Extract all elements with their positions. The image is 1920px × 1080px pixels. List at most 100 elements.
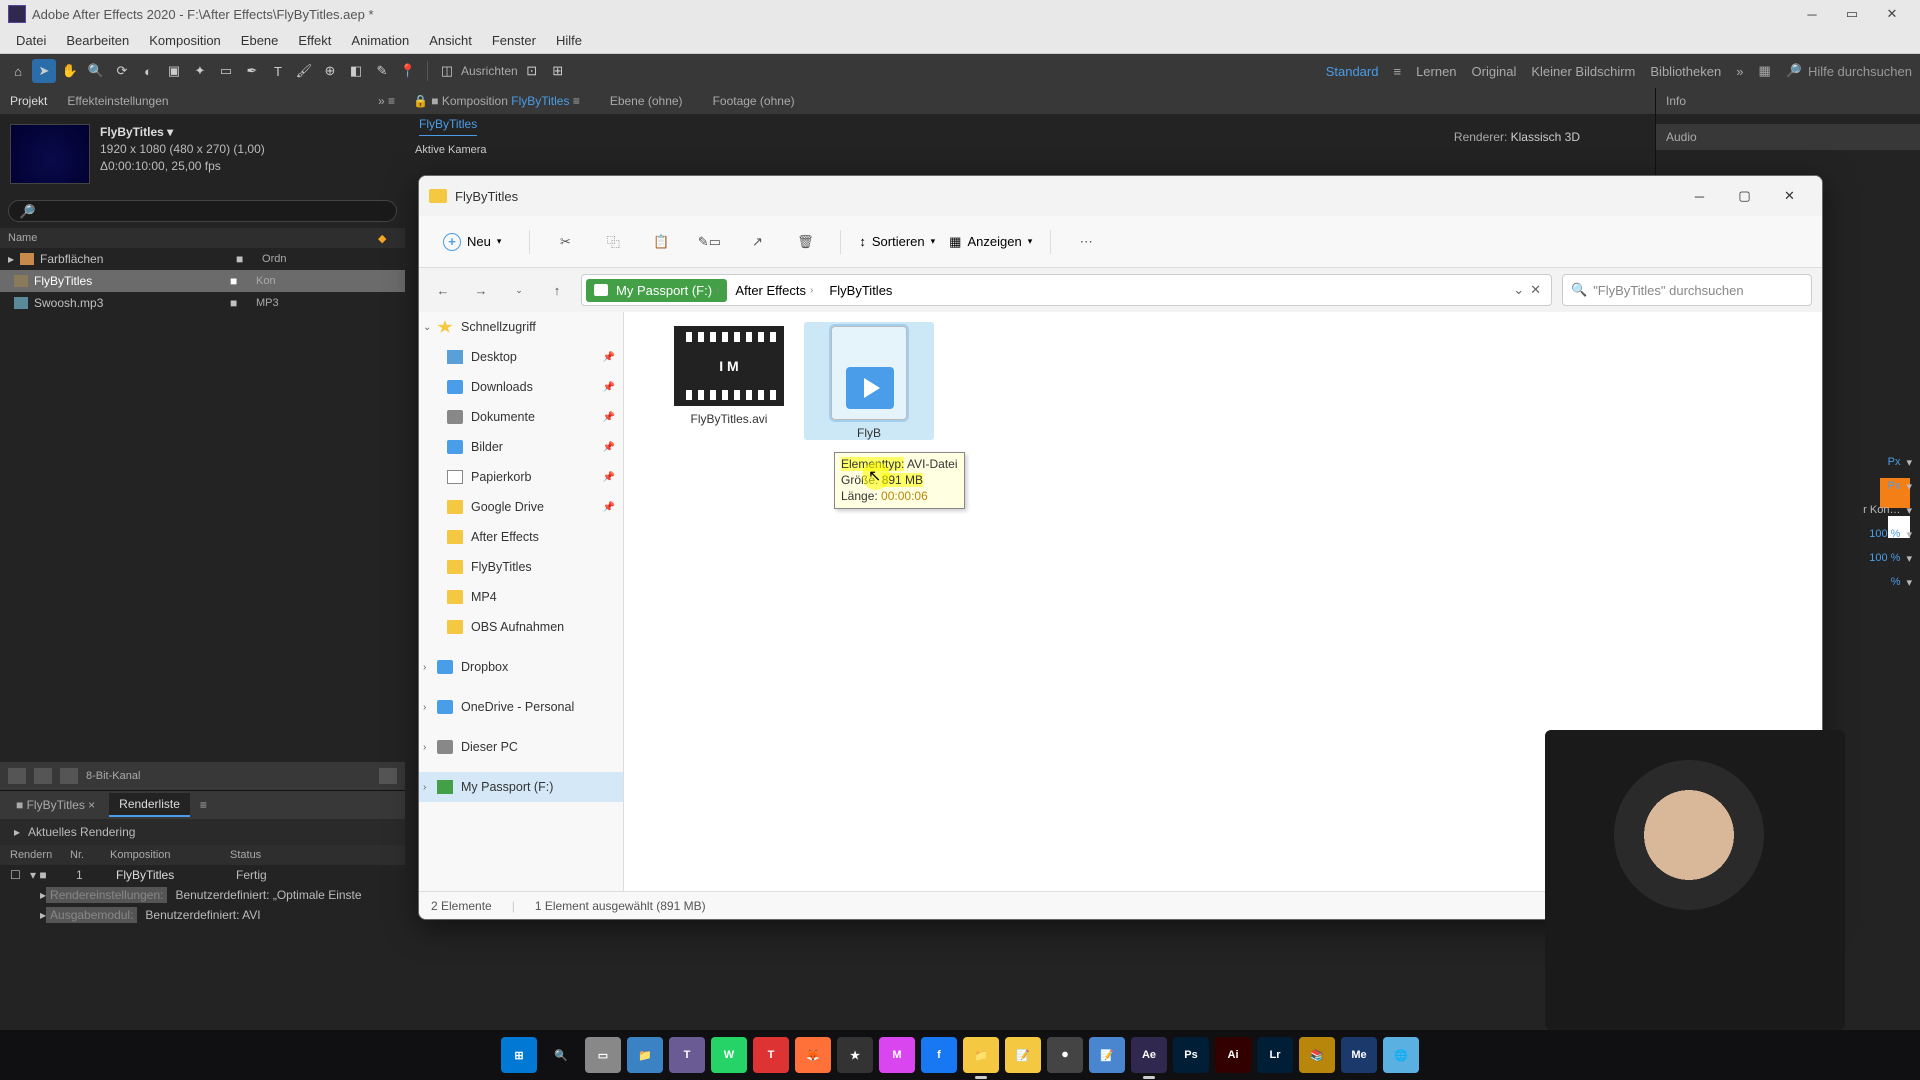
tab-audio[interactable]: Audio <box>1656 124 1920 150</box>
tab-effekteinstellungen[interactable]: Effekteinstellungen <box>67 94 168 108</box>
sidebar-dokumente[interactable]: Dokumente📌 <box>419 402 623 432</box>
recent-button[interactable]: ⌄ <box>505 276 533 304</box>
sidebar-googledrive[interactable]: Google Drive📌 <box>419 492 623 522</box>
taskbar-icon-15[interactable]: Ae <box>1131 1037 1167 1073</box>
sidebar-mp4[interactable]: MP4 <box>419 582 623 612</box>
up-button[interactable]: ↑ <box>543 276 571 304</box>
trash-icon[interactable] <box>379 768 397 784</box>
taskbar-icon-4[interactable]: T <box>669 1037 705 1073</box>
cut-button[interactable]: ✂ <box>548 225 582 259</box>
ae-close-button[interactable]: ✕ <box>1872 0 1912 28</box>
sidebar-after-effects[interactable]: After Effects <box>419 522 623 552</box>
taskbar-icon-21[interactable]: 🌐 <box>1383 1037 1419 1073</box>
workspace-bibliotheken[interactable]: Bibliotheken <box>1650 64 1721 79</box>
ae-maximize-button[interactable]: ▭ <box>1832 0 1872 28</box>
crumb-after-effects[interactable]: After Effects› <box>727 279 821 302</box>
type-tool[interactable]: T <box>266 59 290 83</box>
selection-tool[interactable]: ➤ <box>32 59 56 83</box>
output-module-row[interactable]: ▸ Ausgabemodul: Benutzerdefiniert: AVI <box>0 905 405 925</box>
taskbar-icon-9[interactable]: M <box>879 1037 915 1073</box>
tab-menu-icon[interactable]: ≡ <box>200 798 207 812</box>
tab-projekt[interactable]: Projekt <box>10 94 47 108</box>
project-item-flybytitles[interactable]: FlyByTitles ■ Kon <box>0 270 405 292</box>
rename-button[interactable]: ✎▭ <box>692 225 726 259</box>
eraser-tool[interactable]: ◧ <box>344 59 368 83</box>
explorer-maximize-button[interactable]: ▢ <box>1722 180 1767 212</box>
view-button[interactable]: ▦ Anzeigen ▾ <box>949 234 1032 250</box>
copy-button[interactable]: ⿻ <box>596 225 630 259</box>
comp-thumbnail[interactable] <box>10 124 90 184</box>
taskbar-icon-13[interactable]: ⏺ <box>1047 1037 1083 1073</box>
explorer-close-button[interactable]: ✕ <box>1767 180 1812 212</box>
taskbar-icon-7[interactable]: 🦊 <box>795 1037 831 1073</box>
menu-bearbeiten[interactable]: Bearbeiten <box>56 30 139 51</box>
menu-fenster[interactable]: Fenster <box>482 30 546 51</box>
snap-icon[interactable]: ◫ <box>435 59 459 83</box>
workspace-kleiner[interactable]: Kleiner Bildschirm <box>1531 64 1635 79</box>
taskbar-icon-18[interactable]: Lr <box>1257 1037 1293 1073</box>
help-search[interactable]: 🔎 Hilfe durchsuchen <box>1786 63 1912 79</box>
pan-behind-tool[interactable]: ✦ <box>188 59 212 83</box>
roto-tool[interactable]: ✎ <box>370 59 394 83</box>
menu-ansicht[interactable]: Ansicht <box>419 30 482 51</box>
render-settings-row[interactable]: ▸ Rendereinstellungen: Benutzerdefiniert… <box>0 885 405 905</box>
panel-menu-icon[interactable]: » ≡ <box>378 94 395 108</box>
breadcrumb-dropdown-icon[interactable]: ⌄ <box>1513 282 1524 298</box>
taskbar-icon-10[interactable]: f <box>921 1037 957 1073</box>
menu-hilfe[interactable]: Hilfe <box>546 30 592 51</box>
project-item-farbflaechen[interactable]: ▸ Farbflächen ■ Ordn <box>0 248 405 270</box>
taskbar-icon-14[interactable]: 📝 <box>1089 1037 1125 1073</box>
sort-button[interactable]: ↕ Sortieren ▾ <box>859 234 935 249</box>
home-tool[interactable]: ⌂ <box>6 59 30 83</box>
snap-opt2[interactable]: ⊞ <box>546 59 570 83</box>
camera-tool[interactable]: ▣ <box>162 59 186 83</box>
rotate-tool[interactable]: ◐ <box>136 59 160 83</box>
workspace-original[interactable]: Original <box>1472 64 1517 79</box>
taskbar-icon-12[interactable]: 📝 <box>1005 1037 1041 1073</box>
sidebar-pc[interactable]: ›Dieser PC <box>419 732 623 762</box>
back-button[interactable]: ← <box>429 276 457 304</box>
taskbar-icon-5[interactable]: W <box>711 1037 747 1073</box>
sidebar-flybytitles[interactable]: FlyByTitles <box>419 552 623 582</box>
renderer-indicator[interactable]: Renderer: Klassisch 3D <box>1454 130 1580 144</box>
taskbar-icon-1[interactable]: 🔍 <box>543 1037 579 1073</box>
taskbar-icon-11[interactable]: 📁 <box>963 1037 999 1073</box>
crumb-flybytitles[interactable]: FlyByTitles <box>821 279 900 302</box>
taskbar-icon-2[interactable]: ▭ <box>585 1037 621 1073</box>
project-item-swoosh[interactable]: Swoosh.mp3 ■ MP3 <box>0 292 405 314</box>
zoom-tool[interactable]: 🔍 <box>84 59 108 83</box>
workspace-standard[interactable]: Standard <box>1326 64 1379 79</box>
menu-animation[interactable]: Animation <box>341 30 419 51</box>
ausrichten-label[interactable]: Ausrichten <box>461 64 518 78</box>
render-row-1[interactable]: ☐ ▾ ■ 1 FlyByTitles Fertig <box>0 865 405 885</box>
clone-tool[interactable]: ⊕ <box>318 59 342 83</box>
workspace-lernen[interactable]: Lernen <box>1416 64 1456 79</box>
sidebar-schnellzugriff[interactable]: ⌄ Schnellzugriff <box>419 312 623 342</box>
paste-button[interactable]: 📋 <box>644 225 678 259</box>
orbit-tool[interactable]: ⟳ <box>110 59 134 83</box>
brush-tool[interactable]: 🖌 <box>292 59 316 83</box>
tab-renderliste[interactable]: Renderliste <box>109 793 190 817</box>
menu-komposition[interactable]: Komposition <box>139 30 231 51</box>
tab-footage[interactable]: Footage (ohne) <box>713 94 795 108</box>
sidebar-papierkorb[interactable]: Papierkorb📌 <box>419 462 623 492</box>
taskbar-icon-20[interactable]: Me <box>1341 1037 1377 1073</box>
breadcrumb-refresh-icon[interactable]: ✕ <box>1530 282 1541 298</box>
interpret-icon[interactable] <box>8 768 26 784</box>
taskbar-icon-6[interactable]: T <box>753 1037 789 1073</box>
taskbar-icon-3[interactable]: 📁 <box>627 1037 663 1073</box>
menu-datei[interactable]: Datei <box>6 30 56 51</box>
taskbar-icon-17[interactable]: Ai <box>1215 1037 1251 1073</box>
sidebar-downloads[interactable]: Downloads📌 <box>419 372 623 402</box>
sidebar-obs[interactable]: OBS Aufnahmen <box>419 612 623 642</box>
new-button[interactable]: + Neu ▾ <box>433 228 511 256</box>
ae-minimize-button[interactable]: ─ <box>1792 0 1832 28</box>
crumb-drive[interactable]: My Passport (F:)› <box>586 279 727 302</box>
file-item-1[interactable]: I M FlyByTitles.avi <box>664 326 794 426</box>
delete-button[interactable]: 🗑 <box>788 225 822 259</box>
share-button[interactable]: ↗ <box>740 225 774 259</box>
breadcrumb[interactable]: My Passport (F:)› After Effects› FlyByTi… <box>581 274 1552 306</box>
menu-ebene[interactable]: Ebene <box>231 30 289 51</box>
explorer-search[interactable]: 🔍 "FlyByTitles" durchsuchen <box>1562 274 1812 306</box>
menu-effekt[interactable]: Effekt <box>288 30 341 51</box>
